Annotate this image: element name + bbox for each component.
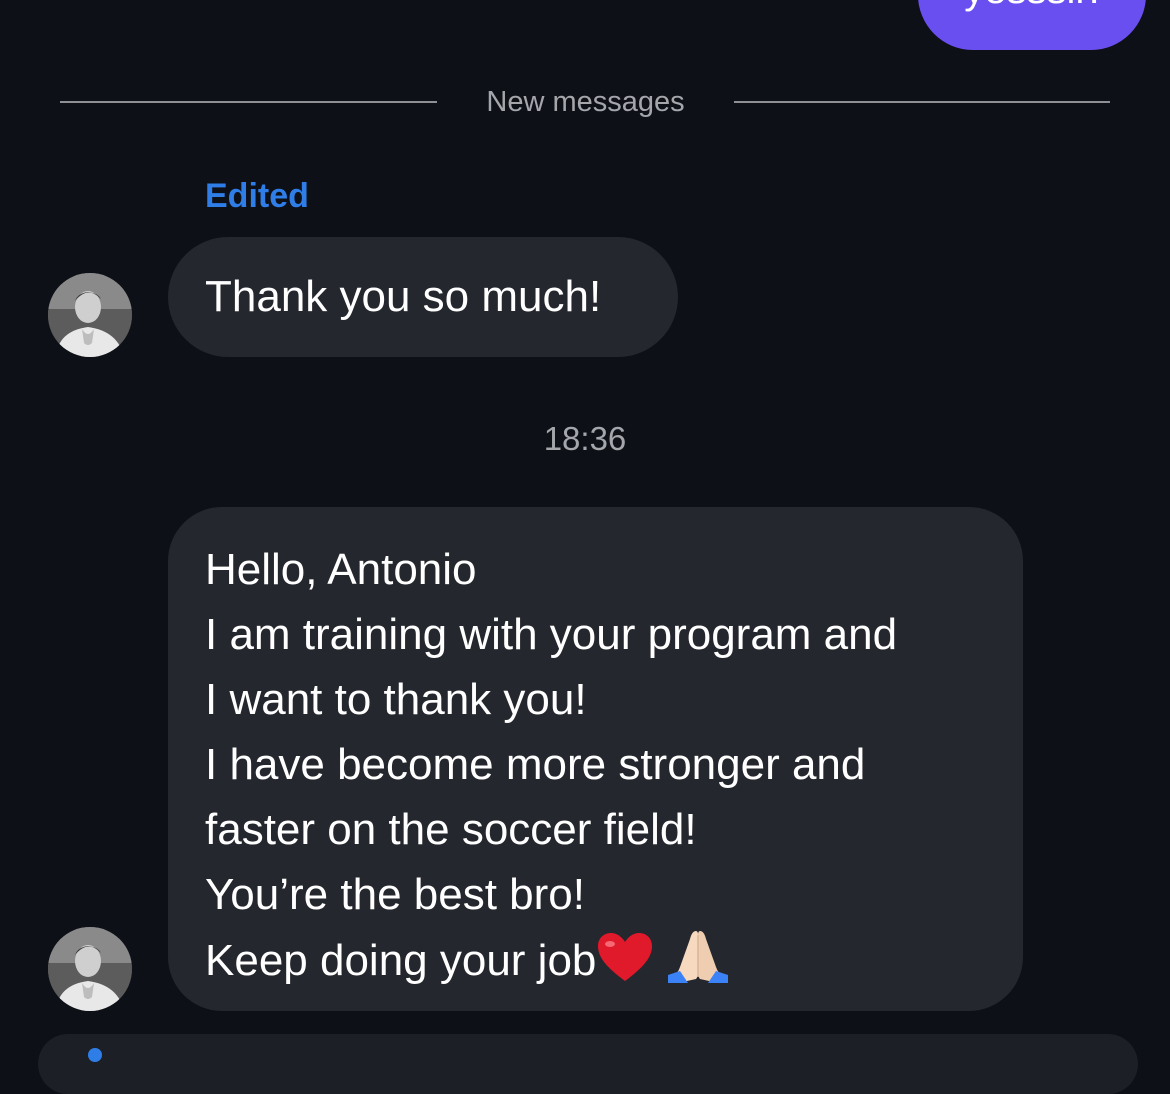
- message-timestamp: 18:36: [543, 420, 627, 457]
- sender-avatar[interactable]: [48, 927, 132, 1011]
- message-line-text: Keep doing your job: [205, 936, 597, 985]
- new-messages-divider-label: New messages: [486, 86, 685, 118]
- message-line: faster on the soccer field!: [205, 805, 697, 854]
- received-message-bubble[interactable]: Thank you so much!: [168, 237, 678, 357]
- message-line: You’re the best bro!: [205, 870, 585, 919]
- message-line: I want to thank you!: [205, 675, 587, 724]
- message-line: I am training with your program and: [205, 610, 898, 659]
- sent-message-bubble[interactable]: yesssir!: [918, 0, 1146, 50]
- sent-message-text: yesssir!: [918, 0, 1146, 10]
- message-line: I have become more stronger and: [205, 740, 866, 789]
- received-message-bubble-long[interactable]: Hello, Antonio I am training with your p…: [168, 507, 1023, 1011]
- divider-line-left: [60, 101, 437, 103]
- message-input-bar[interactable]: [38, 1034, 1138, 1094]
- person-photo-icon: [48, 927, 132, 1011]
- person-photo-icon: [48, 273, 132, 357]
- edited-label[interactable]: Edited: [205, 176, 309, 216]
- message-text: Thank you so much!: [205, 272, 602, 321]
- divider-line-right: [734, 101, 1110, 103]
- message-line-last: Keep doing your job: [205, 927, 986, 1001]
- message-line: Hello, Antonio: [205, 545, 477, 594]
- camera-icon[interactable]: [88, 1048, 102, 1062]
- sender-avatar[interactable]: [48, 273, 132, 357]
- red-heart-icon: [596, 931, 654, 1001]
- folded-hands-icon: [666, 927, 730, 1001]
